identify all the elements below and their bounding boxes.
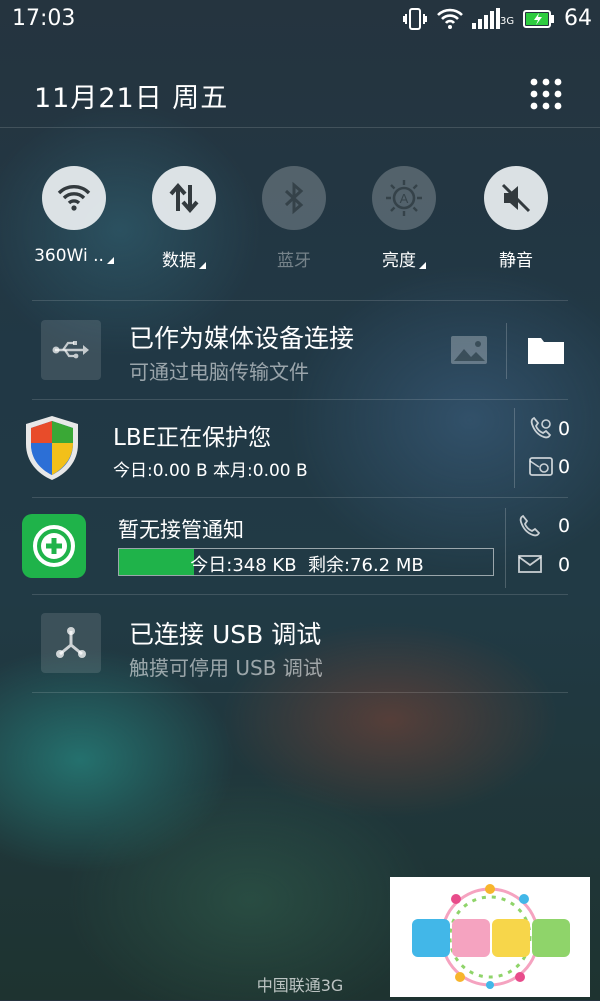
calls-count: 0 [558,515,571,537]
menu-indicator-icon [106,257,114,264]
svg-text:A: A [400,191,409,206]
notification-title: LBE正在保护您 [113,425,272,451]
toggle-brightness[interactable]: A 亮度 [362,166,446,271]
notification-media-connection[interactable]: 已作为媒体设备连接 可通过电脑传输文件 [0,301,600,399]
menu-indicator-icon [419,262,426,269]
folder-icon[interactable] [527,335,565,369]
toggle-label: 数据 [162,251,196,271]
toggle-label: 360Wi .. [34,246,104,266]
divider [514,408,515,488]
usb-icon [41,320,101,380]
phone-icon [518,514,542,542]
image-icon[interactable] [450,335,488,369]
carrier-label: 中国联通3G [256,976,344,995]
mail-icon [518,554,542,578]
sms-block-icon [529,456,553,482]
battery-icon [523,10,555,32]
notification-subtitle: 今日:0.00 B 本月:0.00 B [113,461,308,481]
battery-percent: 64 [564,6,592,31]
toggle-data[interactable]: 数据 [142,166,226,271]
blocked-calls-count: 0 [558,418,571,440]
clock: 17:03 [12,6,76,31]
notification-subtitle: 触摸可停用 USB 调试 [129,656,323,680]
status-bar: 17:03 3G 64 [0,0,600,40]
divider [506,323,507,379]
notification-title: 已作为媒体设备连接 [129,324,355,353]
date-label: 11月21日 周五 [34,83,229,114]
call-block-icon [529,416,553,444]
toggle-label: 亮度 [382,251,416,271]
usb-debug-icon [41,613,101,673]
data-transfer-icon[interactable] [152,166,216,230]
menu-indicator-icon [199,262,206,269]
toggle-wifi[interactable]: 360Wi .. [32,166,116,266]
divider [32,692,568,693]
shield-icon [22,414,82,486]
notification-usb-debug[interactable]: 已连接 USB 调试 触摸可停用 USB 调试 [0,595,600,692]
notification-title: 已连接 USB 调试 [129,620,322,649]
plus-icon [22,514,86,578]
brightness-auto-icon[interactable]: A [372,166,436,230]
progress-text: 今日:348 KB 剩余:76.2 MB [190,555,424,576]
blocked-sms-count: 0 [558,456,571,478]
bluetooth-icon[interactable] [262,166,326,230]
toggle-bluetooth[interactable]: 蓝牙 [252,166,336,271]
wifi-status-icon [436,8,464,34]
toggle-label: 蓝牙 [277,251,311,271]
grid-icon[interactable] [530,78,562,110]
network-type: 3G [500,16,515,27]
traffic-progress-bar: 今日:348 KB 剩余:76.2 MB [118,548,494,576]
signal-icon [472,8,502,34]
notification-title: 暂无接管通知 [118,518,244,542]
notification-traffic[interactable]: 暂无接管通知 今日:348 KB 剩余:76.2 MB 0 0 [0,498,600,594]
divider [0,127,600,128]
notification-subtitle: 可通过电脑传输文件 [129,360,309,384]
messages-count: 0 [558,554,571,576]
notification-lbe[interactable]: LBE正在保护您 今日:0.00 B 本月:0.00 B 0 0 [0,400,600,497]
vibrate-icon [402,6,428,36]
wifi-icon[interactable] [42,166,106,230]
divider [505,508,506,588]
toggle-label: 静音 [499,251,533,271]
toggle-mute[interactable]: 静音 [474,166,558,271]
mute-icon[interactable] [484,166,548,230]
